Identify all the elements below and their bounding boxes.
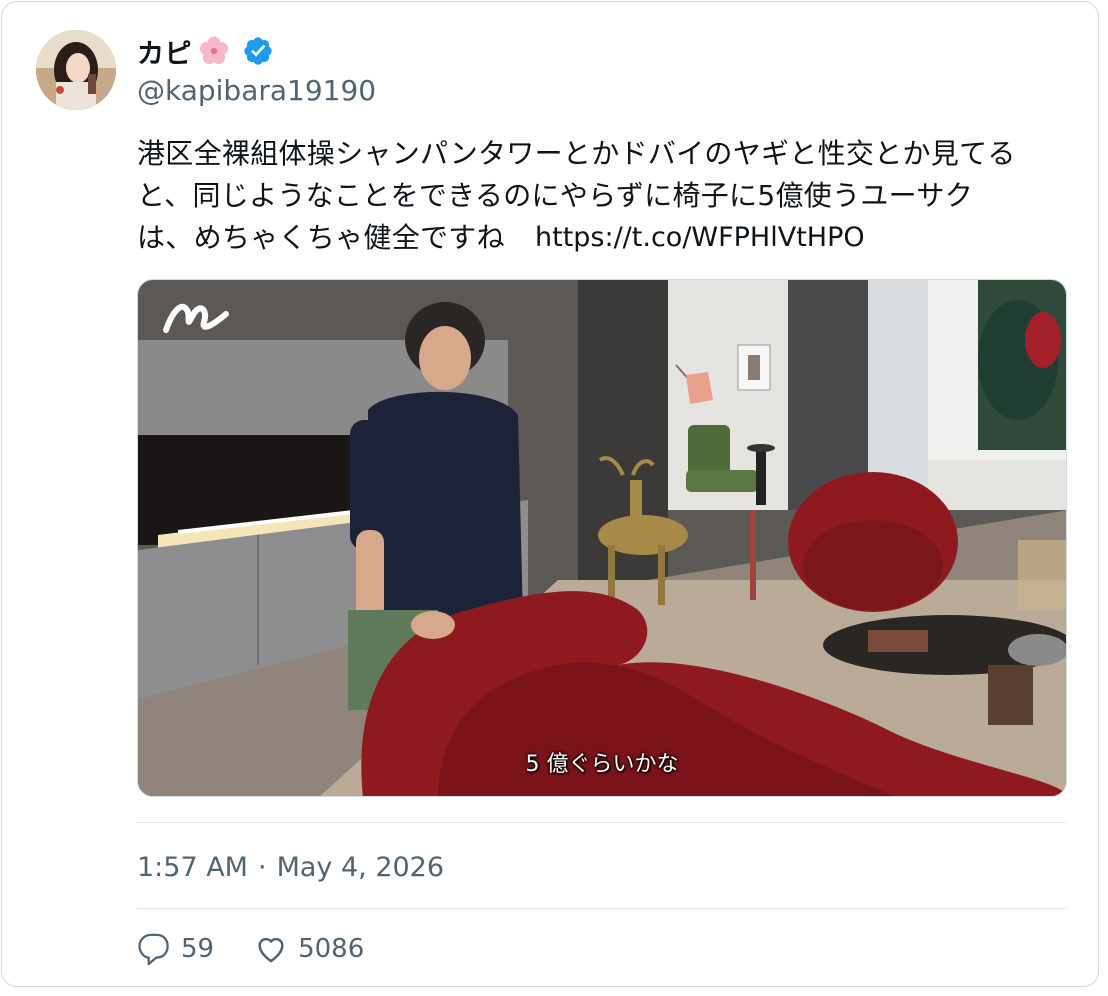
tweet-time[interactable]: 1:57 AM xyxy=(137,852,248,883)
like-count: 5086 xyxy=(298,934,365,964)
avatar[interactable] xyxy=(36,30,116,110)
like-button[interactable]: 5086 xyxy=(254,932,364,966)
heart-icon xyxy=(258,937,284,963)
divider xyxy=(137,908,1067,909)
reply-icon xyxy=(138,933,169,966)
verified-badge-icon xyxy=(244,37,272,65)
video-subtitle: 5 億ぐらいかな xyxy=(525,752,679,777)
reply-count: 59 xyxy=(181,934,215,964)
divider xyxy=(137,822,1067,823)
tweet-card: カピ @kapibara19190 港区全裸組体操シャンパンタワーとかドバイのヤ… xyxy=(1,1,1099,987)
room-scene-image xyxy=(138,280,1066,796)
tweet-date[interactable]: May 4, 2026 xyxy=(277,852,444,883)
user-handle[interactable]: @kapibara19190 xyxy=(137,74,376,107)
timestamp-separator: · xyxy=(257,852,267,883)
reply-button[interactable]: 59 xyxy=(137,932,214,966)
display-name-row[interactable]: カピ xyxy=(137,31,274,71)
display-name[interactable]: カピ xyxy=(137,32,192,71)
tweet-media-image[interactable]: 5 億ぐらいかな xyxy=(137,279,1067,797)
tweet-actions: 59 5086 xyxy=(137,929,404,969)
tweet-timestamp[interactable]: 1:57 AM · May 4, 2026 xyxy=(137,852,444,883)
tweet-link[interactable]: https://t.co/WFPHlVtHPO xyxy=(535,217,865,259)
cherry-blossom-icon xyxy=(199,36,229,64)
